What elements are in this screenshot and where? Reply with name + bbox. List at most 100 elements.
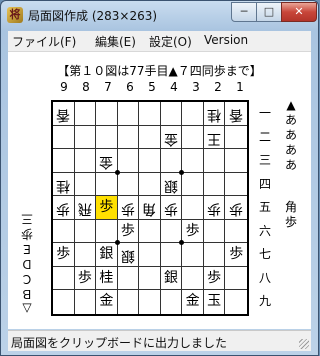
menu-settings[interactable]: 設定(O) [149,33,192,50]
board-piece: 歩 [182,219,204,244]
board-piece: 桂 [53,172,75,197]
piece-label: 歩 [120,200,135,217]
board-square [74,102,97,126]
board-square [117,149,140,173]
board-square [139,149,161,173]
sente-player-name: ▲ああああ [284,98,297,172]
board-square [225,149,247,173]
piece-label: 桂 [99,269,114,286]
piece-label: 銀 [164,177,179,194]
board-piece: 金 [96,149,118,173]
board-square [139,102,161,126]
board-piece: 歩 [53,243,75,267]
menu-version[interactable]: Version [204,33,248,47]
menu-file[interactable]: ファイル(F) [12,33,76,50]
board-square [182,266,204,291]
piece-label: 角 [142,200,157,217]
diagram-header: 【第１０図は77手目▲７四同歩まで】 [57,64,262,78]
board-square [182,172,204,197]
piece-label: 桂 [207,106,222,123]
row-number: 三 [258,153,271,167]
board-square [74,219,97,244]
app-icon[interactable]: 将 [7,7,23,23]
column-number: 8 [82,80,90,94]
board-piece: 歩 [203,196,226,220]
board-piece: 歩 [225,243,247,267]
board-square [139,266,161,291]
board-piece: 金 [96,290,118,314]
piece-label: 王 [207,130,222,147]
row-number: 二 [258,129,271,144]
board-square [203,149,226,173]
board-square [53,290,75,314]
board-square [75,290,97,314]
board-square [203,172,226,197]
row-number: 八 [258,270,271,285]
column-number: 6 [126,80,134,94]
column-number: 4 [170,80,178,94]
board-square [139,243,161,267]
board-piece: 桂 [203,102,226,126]
piece-label: 金 [99,153,114,170]
gote-hand-pieces: 歩三 [21,212,34,241]
piece-label: 銀 [120,247,135,264]
close-button[interactable]: ✕ [281,2,317,22]
resize-grip[interactable] [299,339,309,349]
row-number: 六 [258,223,271,238]
board-square [117,266,140,291]
menu-edit[interactable]: 編集(E) [95,33,136,50]
maximize-button[interactable]: □ [256,2,282,22]
piece-label: 歩 [56,200,71,217]
board-square [182,243,204,267]
column-number: 2 [214,80,222,94]
piece-label: 香 [56,106,71,123]
board-square [96,172,118,197]
board-piece: 銀 [160,266,183,291]
piece-label: 金 [185,293,200,310]
piece-label: 歩 [99,199,114,216]
board-piece: 歩 [117,219,140,244]
board-square [96,219,118,244]
board-square [161,290,183,314]
piece-label: 歩 [229,200,244,217]
board-square [117,172,140,197]
board-square [74,149,97,173]
board-square [160,149,183,173]
board-piece: 歩 [160,196,183,220]
board-piece: 歩 [203,266,226,291]
board-square [139,290,161,314]
piece-label: 歩 [207,200,222,217]
board-square [139,172,161,197]
title-bar[interactable]: 将 局面図作成 (283×263) ─ □ ✕ [1,1,318,29]
piece-label: 金 [164,130,179,147]
column-number: 1 [236,80,244,94]
board-piece: 歩 [225,196,247,220]
piece-label: 歩 [164,200,179,217]
row-number: 一 [258,106,271,120]
gote-hand: △ＢＣＤＥ歩三 [16,166,38,316]
row-number: 五 [258,200,271,214]
board-square [53,125,75,150]
board-square [96,102,118,126]
board-square [118,290,140,314]
board-piece: 銀 [117,243,140,267]
board-square [225,267,247,291]
column-number: 3 [192,80,200,94]
board-piece: 玉 [204,290,226,314]
window-title: 局面図作成 (283×263) [28,9,158,23]
board-square [117,125,140,150]
board-piece: 桂 [96,266,118,291]
board-square [182,196,204,220]
board-square [225,126,247,150]
status-bar: 局面図をクリップボードに出力しました [8,330,311,351]
board-square [117,102,140,126]
piece-label: 金 [99,293,114,310]
row-number: 九 [258,294,271,308]
app-window: 将 局面図作成 (283×263) ─ □ ✕ ファイル(F) 編集(E) 設定… [0,0,319,356]
piece-label: 銀 [164,269,179,286]
column-number: 5 [148,80,156,94]
board-piece: 銀 [96,243,118,267]
piece-label: 歩 [229,246,244,263]
minimize-button[interactable]: ─ [231,2,257,22]
column-number: 7 [104,80,112,94]
